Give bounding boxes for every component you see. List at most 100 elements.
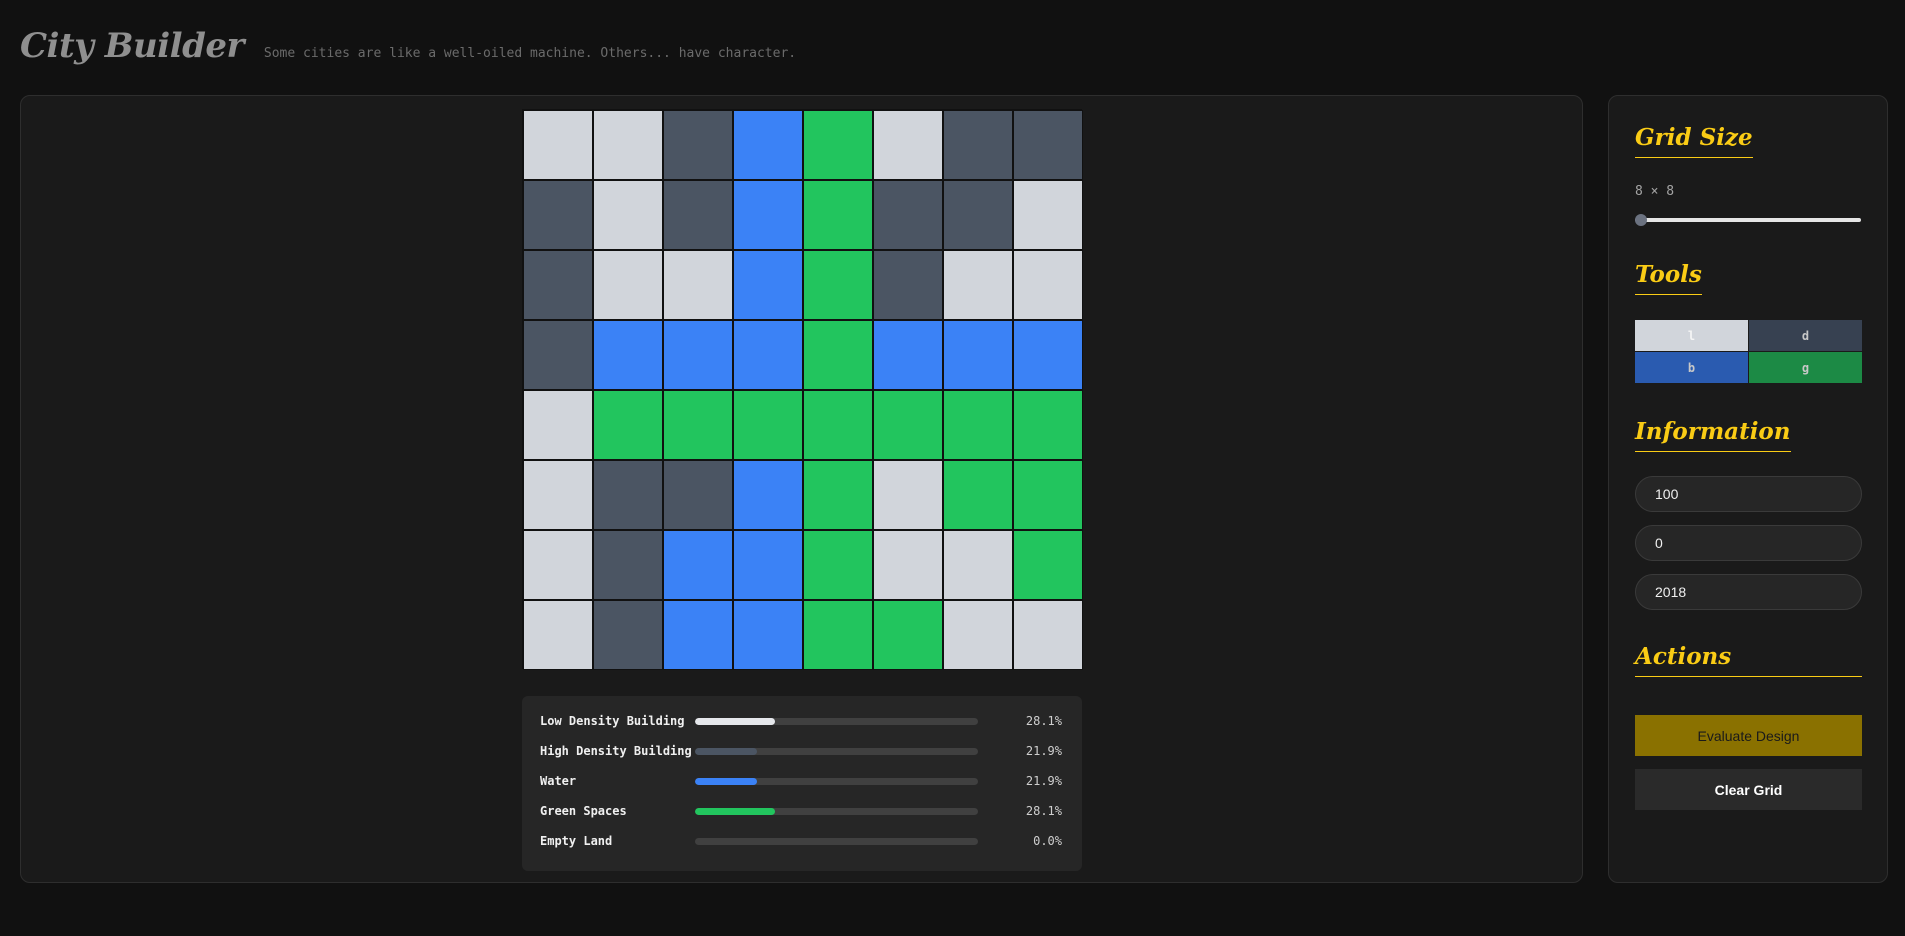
grid-cell-water[interactable] <box>663 600 733 670</box>
tool-water-button[interactable]: b <box>1635 352 1748 383</box>
grid-cell-water[interactable] <box>733 600 803 670</box>
slider-thumb[interactable] <box>1635 214 1647 226</box>
grid-cell-green-space[interactable] <box>803 600 873 670</box>
grid-cell-green-space[interactable] <box>803 250 873 320</box>
grid-cell-green-space[interactable] <box>873 390 943 460</box>
grid-cell-high-density[interactable] <box>1013 110 1083 180</box>
grid-cell-green-space[interactable] <box>803 110 873 180</box>
stat-bar <box>695 717 978 725</box>
stat-row: Green Spaces 28.1% <box>540 796 1064 826</box>
stat-label: Low Density Building <box>540 714 685 728</box>
grid-cell-water[interactable] <box>1013 320 1083 390</box>
grid-cell-water[interactable] <box>733 110 803 180</box>
grid-cell-low-density[interactable] <box>943 250 1013 320</box>
grid-cell-green-space[interactable] <box>803 390 873 460</box>
grid-cell-low-density[interactable] <box>1013 600 1083 670</box>
stat-row: Empty Land 0.0% <box>540 826 1064 856</box>
grid-cell-high-density[interactable] <box>523 250 593 320</box>
tool-palette: l d b g <box>1635 320 1862 383</box>
info-field-1[interactable]: 100 <box>1635 476 1862 512</box>
info-field-2[interactable]: 0 <box>1635 525 1862 561</box>
grid-cell-low-density[interactable] <box>873 110 943 180</box>
grid-cell-low-density[interactable] <box>523 390 593 460</box>
grid-cell-low-density[interactable] <box>523 460 593 530</box>
grid-cell-high-density[interactable] <box>663 460 733 530</box>
app-title: City Builder <box>20 26 244 66</box>
stat-percent: 0.0% <box>1033 834 1062 848</box>
grid-cell-low-density[interactable] <box>1013 180 1083 250</box>
grid-cell-water[interactable] <box>733 320 803 390</box>
grid-cell-low-density[interactable] <box>593 180 663 250</box>
stat-label: Green Spaces <box>540 804 627 818</box>
clear-grid-button[interactable]: Clear Grid <box>1635 769 1862 810</box>
grid-cell-green-space[interactable] <box>803 320 873 390</box>
grid-cell-low-density[interactable] <box>523 110 593 180</box>
stats-panel: Low Density Building 28.1% High Density Bu… <box>522 696 1082 871</box>
grid-cell-water[interactable] <box>943 320 1013 390</box>
grid-cell-water[interactable] <box>733 530 803 600</box>
tool-low-density-button[interactable]: l <box>1635 320 1748 351</box>
tool-green-button[interactable]: g <box>1749 352 1862 383</box>
info-field-3[interactable]: 2018 <box>1635 574 1862 610</box>
grid-cell-water[interactable] <box>873 320 943 390</box>
stat-percent: 28.1% <box>1025 714 1062 728</box>
grid-cell-green-space[interactable] <box>1013 530 1083 600</box>
grid-cell-low-density[interactable] <box>663 250 733 320</box>
stat-row: Low Density Building 28.1% <box>540 706 1064 736</box>
grid-cell-low-density[interactable] <box>593 110 663 180</box>
grid-cell-green-space[interactable] <box>1013 390 1083 460</box>
tool-high-density-button[interactable]: d <box>1749 320 1862 351</box>
stat-bar <box>695 807 978 815</box>
grid-cell-green-space[interactable] <box>803 460 873 530</box>
stat-percent: 21.9% <box>1025 774 1062 788</box>
grid-cell-green-space[interactable] <box>733 390 803 460</box>
grid-cell-high-density[interactable] <box>943 110 1013 180</box>
grid-cell-high-density[interactable] <box>873 250 943 320</box>
grid-size-title: Grid Size <box>1635 124 1753 158</box>
grid-cell-green-space[interactable] <box>943 390 1013 460</box>
sidebar: Grid Size 8 × 8 Tools l d b g Informatio… <box>1608 95 1888 883</box>
grid-cell-water[interactable] <box>593 320 663 390</box>
stat-bar-fill <box>695 777 757 785</box>
stat-label: Empty Land <box>540 834 613 848</box>
main-panel: Low Density Building 28.1% High Density Bu… <box>20 95 1583 883</box>
grid-size-slider[interactable] <box>1635 214 1861 226</box>
grid-cell-low-density[interactable] <box>523 530 593 600</box>
grid-cell-high-density[interactable] <box>523 180 593 250</box>
grid-cell-low-density[interactable] <box>1013 250 1083 320</box>
grid-size-value: 8 × 8 <box>1635 184 1675 199</box>
grid-cell-low-density[interactable] <box>523 600 593 670</box>
grid-cell-high-density[interactable] <box>873 180 943 250</box>
grid-cell-green-space[interactable] <box>803 530 873 600</box>
grid-cell-high-density[interactable] <box>523 320 593 390</box>
grid-cell-green-space[interactable] <box>803 180 873 250</box>
grid-cell-high-density[interactable] <box>593 460 663 530</box>
grid-cell-high-density[interactable] <box>593 600 663 670</box>
grid-cell-high-density[interactable] <box>943 180 1013 250</box>
grid-cell-low-density[interactable] <box>873 460 943 530</box>
grid-cell-water[interactable] <box>733 250 803 320</box>
stat-bar <box>695 837 978 845</box>
grid-cell-low-density[interactable] <box>873 530 943 600</box>
grid-cell-green-space[interactable] <box>593 390 663 460</box>
grid-cell-green-space[interactable] <box>663 390 733 460</box>
grid-cell-water[interactable] <box>663 530 733 600</box>
grid-cell-green-space[interactable] <box>873 600 943 670</box>
grid-cell-green-space[interactable] <box>1013 460 1083 530</box>
grid-cell-low-density[interactable] <box>943 600 1013 670</box>
grid-cell-green-space[interactable] <box>943 460 1013 530</box>
grid-cell-water[interactable] <box>733 460 803 530</box>
grid-cell-high-density[interactable] <box>663 110 733 180</box>
evaluate-design-button[interactable]: Evaluate Design <box>1635 715 1862 756</box>
stat-label: High Density Building <box>540 744 692 758</box>
information-title: Information <box>1635 418 1791 452</box>
grid-cell-water[interactable] <box>733 180 803 250</box>
grid-cell-low-density[interactable] <box>593 250 663 320</box>
stat-bar <box>695 777 978 785</box>
grid-cell-low-density[interactable] <box>943 530 1013 600</box>
stat-row: Water 21.9% <box>540 766 1064 796</box>
grid-cell-high-density[interactable] <box>593 530 663 600</box>
stat-row: High Density Building 21.9% <box>540 736 1064 766</box>
grid-cell-high-density[interactable] <box>663 180 733 250</box>
grid-cell-water[interactable] <box>663 320 733 390</box>
